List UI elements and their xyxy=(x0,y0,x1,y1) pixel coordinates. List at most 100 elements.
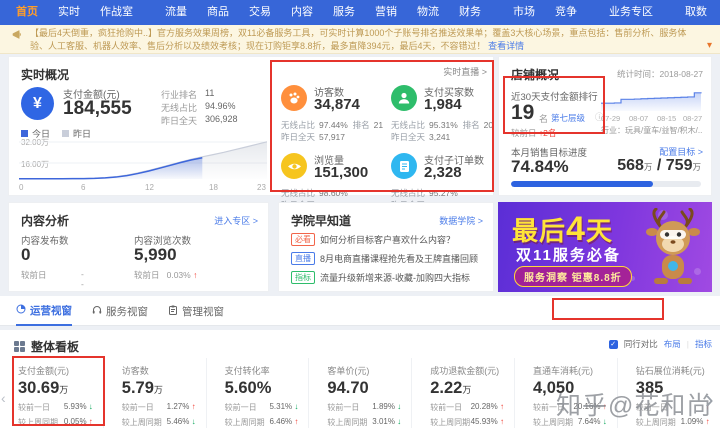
yuan-icon: ¥ xyxy=(21,87,54,120)
kpi-delta-row: 较上周同期 5.46% ↓ xyxy=(121,417,196,427)
deer-mascot-icon xyxy=(646,208,700,284)
down-arrow-icon: ↓ xyxy=(394,417,402,426)
notice-bar: 【最后4天倒重，疯狂抢购中..】官方服务效果周榜，双11必备服务工具，可实时计算… xyxy=(0,25,720,54)
dashboard-title: 整体看板 xyxy=(31,340,80,354)
nav-item-5[interactable]: 商品 xyxy=(197,0,239,25)
nav-item-1[interactable]: 实时 xyxy=(48,0,90,25)
rank-trend-chart xyxy=(601,92,702,111)
up-arrow-icon: ↑ xyxy=(497,402,504,411)
kpi-value: 5.60% xyxy=(224,379,272,397)
kpi-card-4[interactable]: 成功退款金额(元) 2.22万 较前一日 20.28% ↑ 较上周同期 45.93% ↑ xyxy=(411,358,514,428)
content-zone-link[interactable]: 进入专区 > xyxy=(214,214,258,227)
pie-icon xyxy=(16,304,26,317)
tile-value: 151,300 xyxy=(314,164,369,181)
nav-item-6[interactable]: 交易 xyxy=(239,0,281,25)
college-item-tag: 直播 xyxy=(291,252,315,265)
kpi-label: 成功退款金额(元) xyxy=(430,366,500,376)
kpi-card-3[interactable]: 客单价(元) 94.70 较前一日 1.89% ↓ 较上周同期 3.01% ↓ xyxy=(308,358,411,428)
nav-item-2[interactable]: 作战室 xyxy=(90,0,143,25)
shop-xtick-1: 07-29 xyxy=(601,114,621,123)
peer-compare-checkbox[interactable]: ✓ xyxy=(608,339,618,349)
kpi-delta-row: 较前一日 20.28% ↑ xyxy=(430,402,504,412)
kpi-value: 30.69万 xyxy=(18,379,69,397)
tab-0[interactable]: 运营视窗 xyxy=(16,296,72,326)
college-item-1[interactable]: 直播 8月电商直播课程抢先看及王牌直播回顾 xyxy=(291,252,478,265)
kpi-delta-row: 较上周同期 0.05% ↑ xyxy=(18,417,93,427)
tile-stat-line: 无线占比 95.27% xyxy=(391,188,458,198)
kpi-label: 支付转化率 xyxy=(224,366,270,376)
kpi-value: 94.70 xyxy=(327,379,369,397)
kpi-card-2[interactable]: 支付转化率 5.60% 较前一日 5.31% ↓ 较上周同期 6.46% ↑ xyxy=(205,358,309,428)
realtime-live-link[interactable]: 实时直播 > xyxy=(443,65,487,78)
xtick-6: 6 xyxy=(81,183,86,192)
nav-item-13[interactable]: 市场 xyxy=(503,0,545,25)
megaphone-icon xyxy=(12,30,21,43)
college-item-0[interactable]: 必看 如何分析目标客户喜欢什么内容？ xyxy=(291,233,455,246)
promo-badge: 服务洞察 钜惠8.8折 xyxy=(514,266,632,287)
nav-item-18[interactable]: 取数 xyxy=(675,0,717,25)
down-arrow-icon: ↓ xyxy=(86,402,93,411)
up-arrow-icon: ↑ xyxy=(86,417,93,426)
notice-collapse-icon[interactable]: ▾ xyxy=(707,39,712,52)
stat-yesterday-total: 昨日全天 306,928 xyxy=(161,114,238,126)
nav-item-16[interactable]: 业务专区 xyxy=(599,0,663,25)
tab-label: 运营视窗 xyxy=(30,304,72,317)
kpi-delta-row: 较前一日 5.31% ↓ xyxy=(224,402,299,412)
metrics-link[interactable]: 指标 xyxy=(695,338,712,350)
dashboard-grid-icon xyxy=(14,341,25,352)
nav-item-4[interactable]: 流量 xyxy=(155,0,197,25)
notice-detail-link[interactable]: 查看详情 xyxy=(488,41,524,51)
shop-xtick-3: 08-15 xyxy=(657,114,677,123)
kpi-card-0[interactable]: 支付金额(元) 30.69万 较前一日 5.93% ↓ 较上周同期 0.05% ↑ xyxy=(0,358,103,428)
kpi-label: 访客数 xyxy=(121,366,149,376)
sycm-dashboard-page: 首页实时作战室流量商品交易内容服务营销物流财务市场竞争业务专区取数学院 【最后4… xyxy=(0,0,720,428)
stat-industry-rank: 行业排名 11 xyxy=(161,88,215,100)
kpi-value: 2.22万 xyxy=(430,379,472,397)
up-arrow-icon: ↑ xyxy=(497,417,504,426)
nav-item-8[interactable]: 服务 xyxy=(323,0,365,25)
college-item-text: 8月电商直播课程抢先看及王牌直播回顾 xyxy=(320,254,479,264)
goal-percent: 74.84% xyxy=(511,157,569,176)
goal-progress-bar xyxy=(511,181,701,187)
nav-item-7[interactable]: 内容 xyxy=(281,0,323,25)
realtime-overview-card: 实时概况 实时直播 > ¥ 支付金额(元) 184,555 行业排名 11 无线占… xyxy=(8,56,497,210)
tab-2[interactable]: 管理视窗 xyxy=(168,296,224,326)
content-view-delta: 较前日 0.03% ↑ xyxy=(134,270,198,280)
nav-item-11[interactable]: 财务 xyxy=(449,0,491,25)
nav-item-0[interactable]: 首页 xyxy=(6,0,48,25)
clipboard-icon xyxy=(168,305,178,318)
layout-link[interactable]: 布局 xyxy=(664,338,681,350)
nav-item-14[interactable]: 竞争 xyxy=(545,0,587,25)
rank-delta: 较前日 ↑2名 xyxy=(511,128,557,138)
carousel-prev-icon[interactable]: ‹ xyxy=(1,390,6,406)
metric-tile-1[interactable]: 支付买家数 1,984 无线占比 95.31% 排名 20 昨日全天 3,241 xyxy=(391,83,497,145)
tab-label: 服务视窗 xyxy=(106,305,148,318)
kpi-delta-row: 较前一日 5.93% ↓ xyxy=(18,402,93,412)
college-link[interactable]: 数据学院 > xyxy=(439,214,483,227)
tab-label: 管理视窗 xyxy=(182,305,224,318)
nav-item-9[interactable]: 营销 xyxy=(365,0,407,25)
order-icon xyxy=(391,153,417,179)
college-item-2[interactable]: 指标 流量升级新增来源-收藏-加购四大指标 xyxy=(291,271,470,284)
content-view-value: 5,990 xyxy=(134,245,177,264)
college-item-tag: 指标 xyxy=(291,271,315,284)
promo-banner[interactable]: 最后4天 双11服务必备 服务洞察 钜惠8.8折 xyxy=(498,202,712,292)
kpi-card-1[interactable]: 访客数 5.79万 较前一日 1.27% ↑ 较上周同期 5.46% ↓ xyxy=(102,358,206,428)
tab-1[interactable]: 服务视窗 xyxy=(92,296,148,326)
rank-unit: 名 xyxy=(539,114,549,124)
shop-level-badge: 第七层级 xyxy=(551,113,586,123)
nav-item-10[interactable]: 物流 xyxy=(407,0,449,25)
up-arrow-icon: ↑ xyxy=(292,417,299,426)
top-navbar: 首页实时作战室流量商品交易内容服务营销物流财务市场竞争业务专区取数学院 xyxy=(0,0,720,25)
tile-value: 34,874 xyxy=(314,96,360,113)
carousel-next-icon[interactable]: › xyxy=(705,384,714,415)
college-title: 学院早知道 xyxy=(291,214,352,228)
down-arrow-icon: ↓ xyxy=(189,417,196,426)
tile-stat-line: 无线占比 98.60% xyxy=(281,188,348,198)
kpi-value: 5.79万 xyxy=(121,379,163,397)
metric-tile-0[interactable]: 访客数 34,874 无线占比 97.44% 排名 21 昨日全天 57,917 xyxy=(281,83,387,145)
kpi-label: 客单价(元) xyxy=(327,366,370,376)
notice-text: 【最后4天倒重，疯狂抢购中..】官方服务效果周榜，双11必备服务工具，可实时计算… xyxy=(30,28,687,51)
down-arrow-icon: ↓ xyxy=(292,402,299,411)
xtick-0: 0 xyxy=(19,183,24,192)
